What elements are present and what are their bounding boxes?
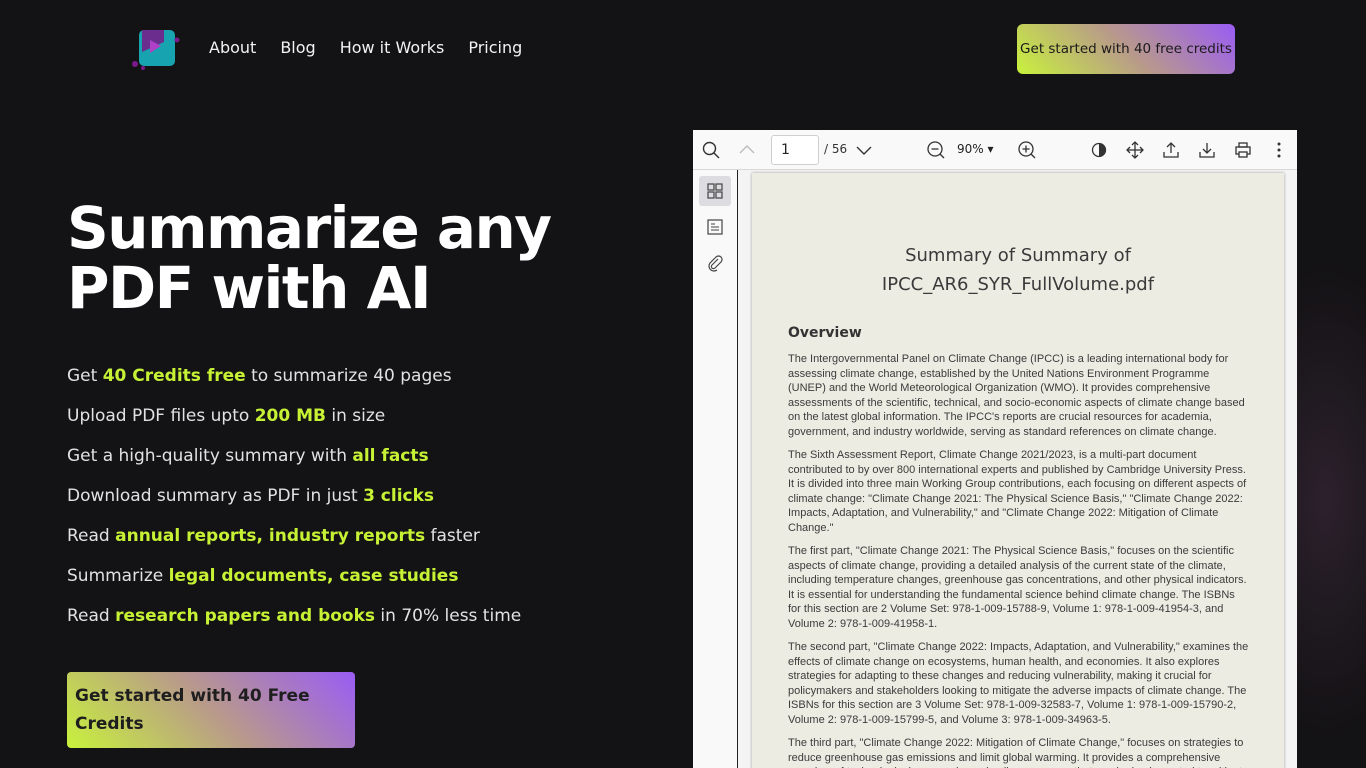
page-up-icon[interactable] (737, 140, 757, 160)
outline-icon[interactable] (699, 212, 731, 242)
feature-item: Read annual reports, industry reports fa… (67, 526, 480, 546)
viewer-toolbar: / 56 90% ▾ (693, 130, 1297, 170)
nav-pricing[interactable]: Pricing (468, 38, 522, 57)
document-paragraph: The third part, "Climate Change 2022: Mi… (788, 737, 1248, 768)
feature-item: Summarize legal documents, case studies (67, 566, 459, 586)
feature-list: Get 40 Credits free to summarize 40 page… (67, 364, 521, 644)
feature-item: Get a high-quality summary with all fact… (67, 446, 429, 466)
zoom-out-icon[interactable] (926, 140, 946, 160)
nav-how-it-works[interactable]: How it Works (340, 38, 445, 57)
document-paragraph: The second part, "Climate Change 2022: I… (788, 641, 1249, 726)
pan-icon[interactable] (1125, 140, 1145, 160)
document-page: Summary of Summary of IPCC_AR6_SYR_FullV… (752, 173, 1284, 768)
file-play-logo[interactable] (130, 26, 182, 72)
nav-about[interactable]: About (209, 38, 256, 57)
attachment-icon[interactable] (699, 248, 731, 278)
document-title: Summary of Summary of IPCC_AR6_SYR_FullV… (881, 245, 1155, 295)
page-down-icon[interactable] (854, 140, 874, 160)
get-started-button-hero[interactable]: Get started with 40 Free Credits (67, 672, 355, 748)
page-number-input[interactable] (771, 135, 819, 165)
document-paragraph: The Intergovernmental Panel on Climate C… (788, 353, 1245, 438)
feature-item: Upload PDF files upto 200 MB in size (67, 406, 386, 426)
feature-item: Download summary as PDF in just 3 clicks (67, 486, 435, 506)
page-total: / 56 (824, 142, 848, 156)
main-nav: About Blog How it Works Pricing (209, 38, 546, 57)
document-paragraph: The first part, "Climate Change 2021: Th… (788, 545, 1247, 630)
document-body: The Intergovernmental Panel on Climate C… (788, 352, 1250, 768)
hero-title: Summarize any PDF with AI (67, 194, 552, 322)
document-canvas[interactable]: Summary of Summary of IPCC_AR6_SYR_FullV… (738, 170, 1297, 768)
get-started-button-header[interactable]: Get started with 40 free credits (1017, 24, 1235, 74)
document-paragraph: The Sixth Assessment Report, Climate Cha… (788, 449, 1247, 534)
zoom-select[interactable]: 90% ▾ (957, 142, 994, 156)
thumbnails-icon[interactable] (699, 176, 731, 206)
feature-item: Read research papers and books in 70% le… (67, 606, 522, 626)
search-icon[interactable] (701, 140, 721, 160)
pdf-viewer: / 56 90% ▾ (693, 130, 1297, 768)
print-icon[interactable] (1233, 140, 1253, 160)
viewer-sidebar (693, 170, 738, 768)
zoom-in-icon[interactable] (1017, 140, 1037, 160)
download-icon[interactable] (1197, 140, 1217, 160)
rotate-icon[interactable] (1089, 140, 1109, 160)
nav-blog[interactable]: Blog (280, 38, 315, 57)
upload-icon[interactable] (1161, 140, 1181, 160)
document-heading: Overview (788, 325, 862, 341)
more-icon[interactable] (1269, 140, 1289, 160)
feature-item: Get 40 Credits free to summarize 40 page… (67, 366, 452, 386)
